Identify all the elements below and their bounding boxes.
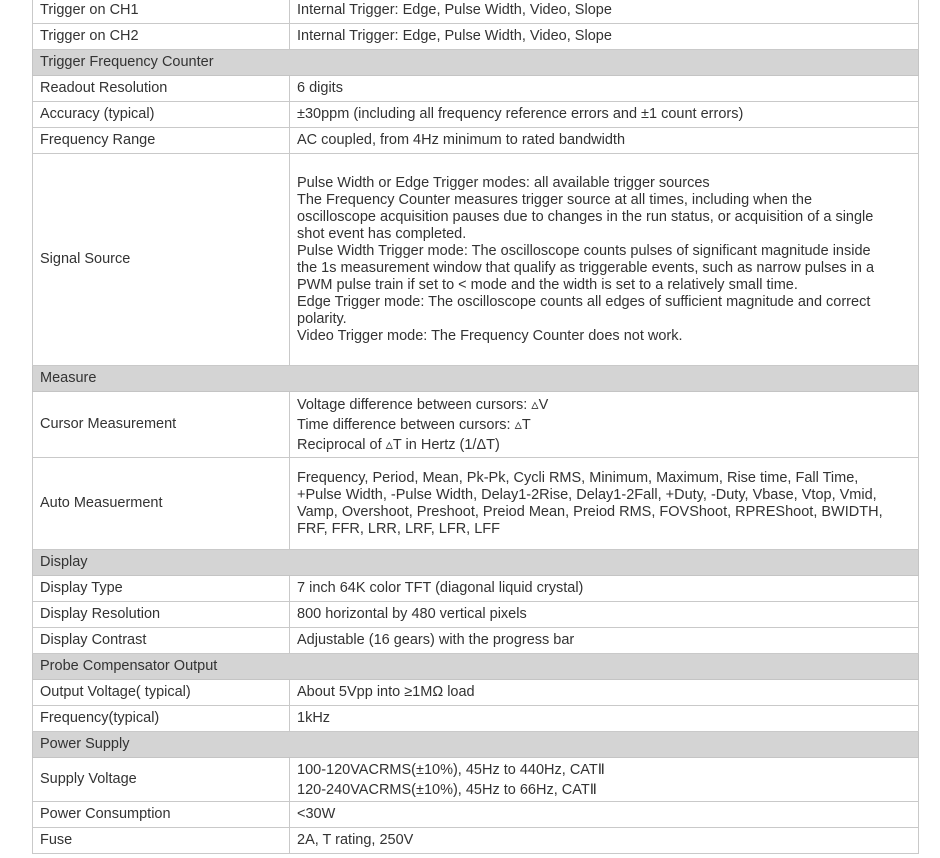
spec-label: Power Consumption	[32, 801, 290, 828]
spec-row-cursor-measurement: Cursor Measurement Voltage difference be…	[32, 391, 919, 458]
spec-row-signal-source: Signal Source Pulse Width or Edge Trigge…	[32, 153, 919, 366]
value-line: AC coupled, from 4Hz minimum to rated ba…	[297, 132, 626, 148]
spec-row-fuse: Fuse 2A, T rating, 250V	[32, 827, 919, 854]
value-line: Video Trigger mode: The Frequency Counte…	[297, 327, 683, 344]
value-line: FRF, FFR, LRR, LRF, LFR, LFF	[297, 520, 501, 537]
spec-row-display-contrast: Display Contrast Adjustable (16 gears) w…	[32, 627, 919, 654]
section-header-trigger-frequency-counter: Trigger Frequency Counter	[32, 49, 919, 76]
spec-row-display-resolution: Display Resolution 800 horizontal by 480…	[32, 601, 919, 628]
spec-page: Trigger on CH1 Internal Trigger: Edge, P…	[0, 0, 940, 858]
spec-value: ±30ppm (including all frequency referenc…	[289, 101, 919, 128]
section-title: Trigger Frequency Counter	[32, 49, 919, 76]
value-line: Pulse Width or Edge Trigger modes: all a…	[297, 174, 710, 191]
value-line: shot event has completed.	[297, 225, 467, 242]
spec-label: Display Contrast	[32, 627, 290, 654]
spec-label: Readout Resolution	[32, 75, 290, 102]
value-line: Internal Trigger: Edge, Pulse Width, Vid…	[297, 28, 612, 44]
spec-table: Trigger on CH1 Internal Trigger: Edge, P…	[32, 0, 919, 854]
spec-value: Pulse Width or Edge Trigger modes: all a…	[289, 153, 919, 366]
value-line: Edge Trigger mode: The oscilloscope coun…	[297, 293, 871, 310]
spec-row-frequency-range: Frequency Range AC coupled, from 4Hz min…	[32, 127, 919, 154]
spec-label: Display Resolution	[32, 601, 290, 628]
value-line: 7 inch 64K color TFT (diagonal liquid cr…	[297, 580, 584, 596]
section-header-display: Display	[32, 549, 919, 576]
spec-row-trigger-ch1: Trigger on CH1 Internal Trigger: Edge, P…	[32, 0, 919, 24]
spec-row-power-consumption: Power Consumption <30W	[32, 801, 919, 828]
value-line: polarity.	[297, 310, 347, 327]
value-line: 800 horizontal by 480 vertical pixels	[297, 606, 527, 622]
value-line: +Pulse Width, -Pulse Width, Delay1-2Rise…	[297, 486, 877, 503]
spec-label: Auto Measuerment	[32, 457, 290, 550]
value-line: Vamp, Overshoot, Preshoot, Preiod Mean, …	[297, 503, 883, 520]
spec-label: Frequency(typical)	[32, 705, 290, 732]
spec-label: Signal Source	[32, 153, 290, 366]
value-line: PWM pulse train if set to < mode and the…	[297, 276, 798, 293]
spec-label: Cursor Measurement	[32, 391, 290, 458]
value-line: Internal Trigger: Edge, Pulse Width, Vid…	[297, 2, 612, 18]
value-line: 120-240VACRMS(±10%), 45Hz to 66Hz, CATⅡ	[297, 781, 597, 798]
spec-value: 2A, T rating, 250V	[289, 827, 919, 854]
value-line: ±30ppm (including all frequency referenc…	[297, 106, 744, 122]
section-title: Power Supply	[32, 731, 919, 758]
spec-label: Accuracy (typical)	[32, 101, 290, 128]
value-line: the 1s measurement window that qualify a…	[297, 259, 875, 276]
spec-row-output-voltage: Output Voltage( typical) About 5Vpp into…	[32, 679, 919, 706]
spec-value: 800 horizontal by 480 vertical pixels	[289, 601, 919, 628]
value-line: Adjustable (16 gears) with the progress …	[297, 632, 575, 648]
value-line: The Frequency Counter measures trigger s…	[297, 191, 813, 208]
value-line: 1kHz	[297, 710, 331, 726]
spec-label: Output Voltage( typical)	[32, 679, 290, 706]
section-title: Probe Compensator Output	[32, 653, 919, 680]
spec-row-frequency-typical: Frequency(typical) 1kHz	[32, 705, 919, 732]
spec-label: Display Type	[32, 575, 290, 602]
section-title: Measure	[32, 365, 919, 392]
spec-row-accuracy: Accuracy (typical) ±30ppm (including all…	[32, 101, 919, 128]
spec-label: Supply Voltage	[32, 757, 290, 802]
spec-value: 100-120VACRMS(±10%), 45Hz to 440Hz, CATⅡ…	[289, 757, 919, 802]
section-header-measure: Measure	[32, 365, 919, 392]
value-line: <30W	[297, 806, 336, 822]
spec-value: 1kHz	[289, 705, 919, 732]
spec-value: Voltage difference between cursors: ▵V T…	[289, 391, 919, 458]
value-line: About 5Vpp into ≥1MΩ load	[297, 684, 475, 700]
value-line: oscilloscope acquisition pauses due to c…	[297, 208, 874, 225]
value-line: 6 digits	[297, 80, 343, 96]
spec-label: Trigger on CH2	[32, 23, 290, 50]
value-line: 100-120VACRMS(±10%), 45Hz to 440Hz, CATⅡ	[297, 761, 605, 778]
spec-value: 7 inch 64K color TFT (diagonal liquid cr…	[289, 575, 919, 602]
spec-row-readout-resolution: Readout Resolution 6 digits	[32, 75, 919, 102]
spec-row-trigger-ch2: Trigger on CH2 Internal Trigger: Edge, P…	[32, 23, 919, 50]
section-header-power-supply: Power Supply	[32, 731, 919, 758]
value-line: Frequency, Period, Mean, Pk-Pk, Cycli RM…	[297, 469, 859, 486]
spec-label: Fuse	[32, 827, 290, 854]
spec-row-display-type: Display Type 7 inch 64K color TFT (diago…	[32, 575, 919, 602]
spec-row-supply-voltage: Supply Voltage 100-120VACRMS(±10%), 45Hz…	[32, 757, 919, 802]
spec-value: About 5Vpp into ≥1MΩ load	[289, 679, 919, 706]
spec-row-auto-measurement: Auto Measuerment Frequency, Period, Mean…	[32, 457, 919, 550]
spec-value: 6 digits	[289, 75, 919, 102]
value-line: Pulse Width Trigger mode: The oscillosco…	[297, 242, 871, 259]
section-title: Display	[32, 549, 919, 576]
spec-value: Internal Trigger: Edge, Pulse Width, Vid…	[289, 23, 919, 50]
spec-value: AC coupled, from 4Hz minimum to rated ba…	[289, 127, 919, 154]
spec-label: Frequency Range	[32, 127, 290, 154]
spec-value: <30W	[289, 801, 919, 828]
spec-value: Internal Trigger: Edge, Pulse Width, Vid…	[289, 0, 919, 24]
spec-label: Trigger on CH1	[32, 0, 290, 24]
spec-value: Adjustable (16 gears) with the progress …	[289, 627, 919, 654]
section-header-probe-compensator: Probe Compensator Output	[32, 653, 919, 680]
value-line: 2A, T rating, 250V	[297, 832, 414, 848]
value-line: Reciprocal of ▵T in Hertz (1/ΔT)	[297, 436, 500, 453]
value-line: Time difference between cursors: ▵T	[297, 416, 531, 433]
spec-value: Frequency, Period, Mean, Pk-Pk, Cycli RM…	[289, 457, 919, 550]
value-line: Voltage difference between cursors: ▵V	[297, 396, 549, 413]
